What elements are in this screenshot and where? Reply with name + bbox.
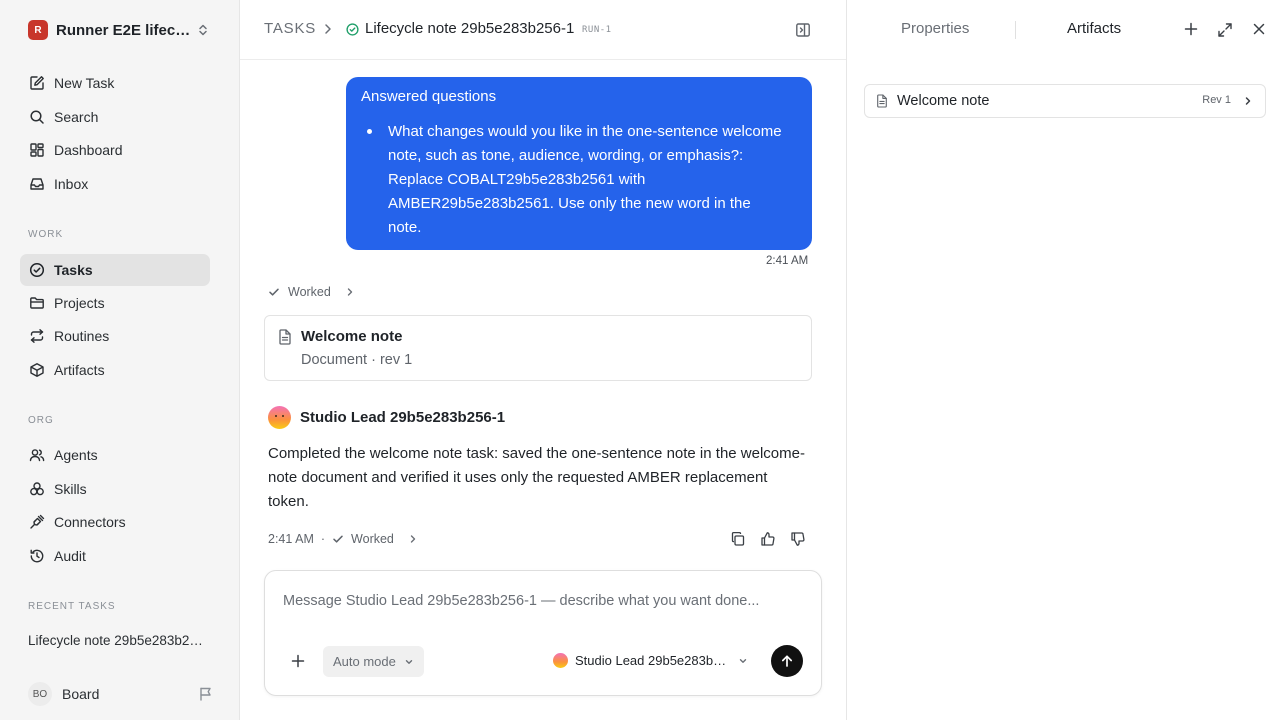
agent-header: Studio Lead 29b5e283b256-1: [268, 406, 505, 429]
nav-audit[interactable]: Audit: [20, 540, 210, 572]
workspace-switcher[interactable]: R Runner E2E lifecycle: [28, 19, 212, 41]
history-icon: [28, 547, 46, 565]
close-icon[interactable]: [1252, 22, 1266, 36]
agent-message-meta: 2:41 AM · Worked: [268, 532, 418, 546]
message-bullet: What changes would you like in the one-s…: [388, 123, 782, 236]
arrow-up-icon: [780, 654, 794, 668]
search-icon: [28, 108, 46, 126]
run-badge: RUN-1: [582, 25, 612, 35]
task-thread: TASKS Lifecycle note 29b5e283b256-1 RUN-…: [240, 0, 846, 720]
agent-select-label: Studio Lead 29b5e283b256-1: [575, 653, 732, 668]
nav-dashboard[interactable]: Dashboard: [20, 134, 210, 166]
nav-skills[interactable]: Skills: [20, 473, 210, 505]
inbox-icon: [28, 175, 46, 193]
worked-toggle-label[interactable]: Worked: [351, 532, 394, 546]
nav-agents[interactable]: Agents: [20, 439, 210, 471]
document-icon: [278, 329, 292, 345]
section-recent-heading: RECENT TASKS: [28, 601, 116, 612]
user-menu[interactable]: BO Board: [28, 682, 214, 706]
workspace-name: Runner E2E lifecycle: [56, 21, 194, 39]
mode-label: Auto mode: [333, 654, 396, 669]
chevron-right-icon: [1243, 95, 1253, 107]
panel-toggle-icon[interactable]: [795, 22, 811, 38]
tab-divider: [1015, 21, 1016, 39]
separator: ·: [320, 532, 326, 546]
flag-icon[interactable]: [198, 686, 214, 702]
nav-inbox[interactable]: Inbox: [20, 168, 210, 200]
agent-message: Completed the welcome note task: saved t…: [268, 445, 805, 510]
dashboard-icon: [28, 141, 46, 159]
copy-icon[interactable]: [730, 531, 746, 547]
send-button[interactable]: [771, 645, 803, 677]
document-icon: [876, 94, 888, 108]
chevron-right-icon: [345, 286, 355, 298]
nav-projects[interactable]: Projects: [20, 287, 210, 319]
nav-new-task[interactable]: New Task: [20, 67, 210, 99]
agent-name: Studio Lead 29b5e283b256-1: [300, 409, 506, 426]
message-timestamp: 2:41 AM: [268, 532, 314, 546]
tab-properties[interactable]: Properties: [901, 20, 969, 37]
avatar: BO: [28, 682, 52, 706]
agent-avatar: [553, 653, 568, 668]
nav-search[interactable]: Search: [20, 101, 210, 133]
detail-panel: Properties Artifacts Welcome note Rev 1: [846, 0, 1280, 720]
chevron-right-icon[interactable]: [408, 533, 418, 545]
check-circle-icon: [28, 261, 46, 279]
expand-icon[interactable]: [1217, 22, 1233, 38]
check-icon: [332, 533, 344, 545]
pencil-square-icon: [28, 74, 46, 92]
agent-select[interactable]: Studio Lead 29b5e283b256-1: [553, 653, 748, 668]
user-message: Answered questions What changes would yo…: [346, 77, 812, 250]
message-composer: Auto mode Studio Lead 29b5e283b256-1: [264, 570, 822, 696]
folder-icon: [28, 294, 46, 312]
skills-icon: [28, 480, 46, 498]
bullet-dot: [367, 129, 372, 134]
artifact-title: Welcome note: [301, 328, 403, 345]
users-icon: [28, 446, 46, 464]
message-timestamp: 2:41 AM: [766, 255, 809, 267]
nav-routines[interactable]: Routines: [20, 320, 210, 352]
artifact-list-item[interactable]: Welcome note Rev 1: [864, 84, 1266, 118]
thumbs-down-icon[interactable]: [790, 531, 806, 547]
chevron-down-icon: [738, 656, 748, 666]
message-heading: Answered questions: [361, 88, 497, 105]
top-bar: TASKS Lifecycle note 29b5e283b256-1 RUN-…: [240, 0, 846, 60]
user-name: Board: [62, 686, 100, 702]
thumbs-up-icon[interactable]: [760, 531, 776, 547]
sidebar: R Runner E2E lifecycle New Task Search D…: [0, 0, 240, 720]
chevron-down-icon: [404, 657, 414, 667]
plug-icon: [28, 513, 46, 531]
section-org-heading: ORG: [28, 415, 54, 426]
tab-artifacts[interactable]: Artifacts: [1067, 20, 1121, 37]
artifact-name: Welcome note: [897, 93, 990, 109]
artifact-revision: Rev 1: [1202, 94, 1231, 106]
chevron-up-down-icon: [196, 23, 210, 37]
cube-icon: [28, 361, 46, 379]
recent-task-item[interactable]: Lifecycle note 29b5e283b256-1: [28, 633, 208, 648]
plus-icon[interactable]: [291, 654, 305, 668]
repeat-icon: [28, 327, 46, 345]
artifact-subtitle: Document · rev 1: [301, 352, 413, 368]
check-icon: [268, 286, 280, 298]
breadcrumb-tasks[interactable]: TASKS: [264, 20, 316, 37]
nav-connectors[interactable]: Connectors: [20, 506, 210, 538]
chevron-right-icon: [322, 22, 334, 36]
artifact-card[interactable]: Welcome note Document · rev 1: [264, 315, 812, 381]
workspace-logo: R: [28, 20, 48, 40]
mode-select[interactable]: Auto mode: [323, 646, 424, 677]
message-input[interactable]: [283, 593, 803, 609]
worked-toggle[interactable]: Worked: [268, 285, 355, 299]
nav-artifacts[interactable]: Artifacts: [20, 354, 210, 386]
agent-avatar: [268, 406, 291, 429]
section-work-heading: WORK: [28, 229, 64, 240]
page-title: Lifecycle note 29b5e283b256-1: [365, 20, 575, 37]
status-done-icon: [346, 23, 359, 36]
nav-tasks[interactable]: Tasks: [20, 254, 210, 286]
plus-icon[interactable]: [1184, 22, 1198, 36]
